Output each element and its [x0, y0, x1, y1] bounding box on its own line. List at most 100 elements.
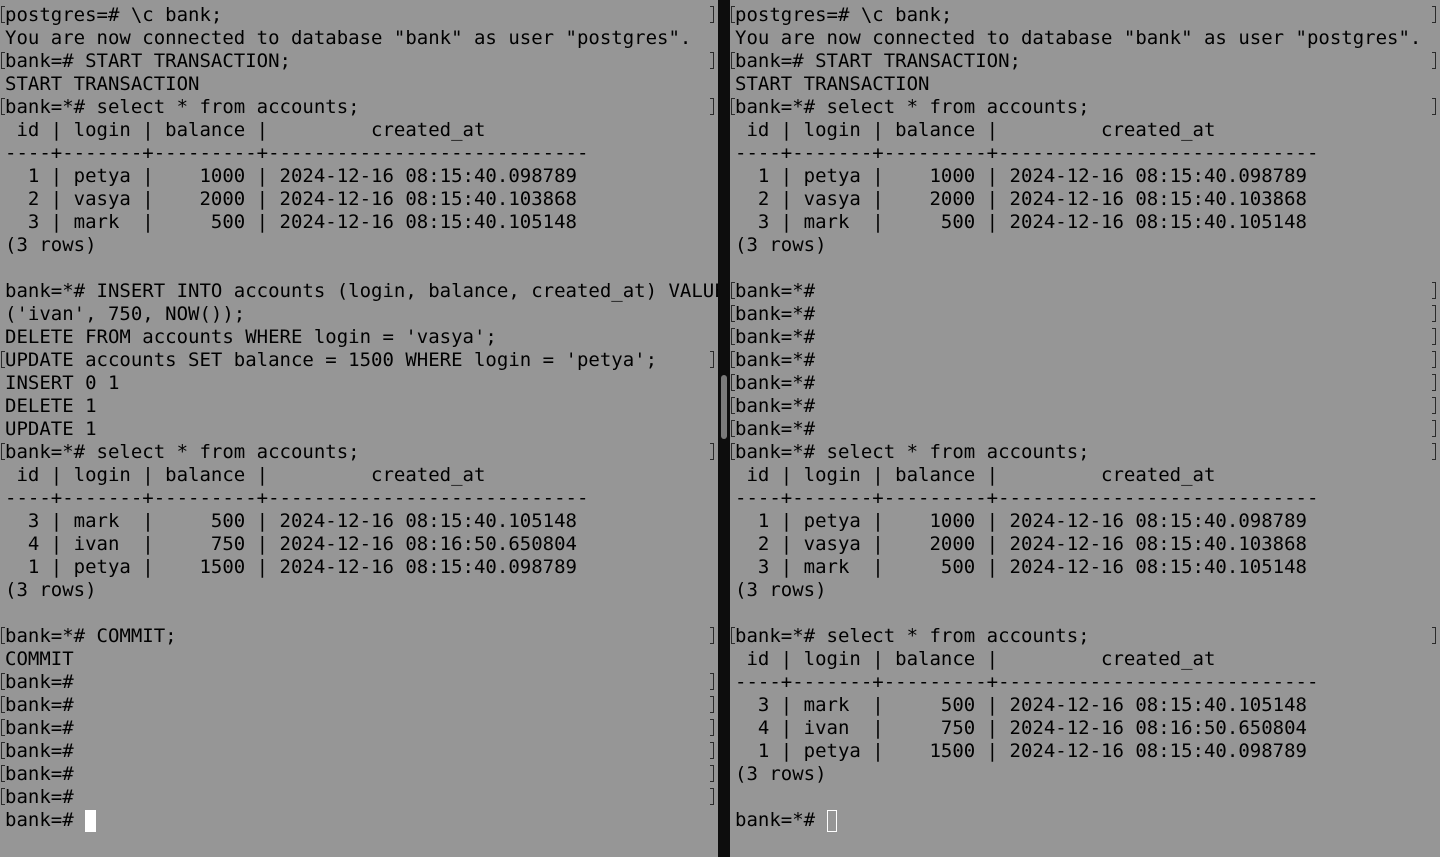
command-mark-right-icon — [710, 719, 714, 736]
terminal-line-text: bank=*# — [735, 280, 816, 302]
command-mark-left-icon — [1, 719, 5, 736]
command-mark-right-icon — [1432, 98, 1436, 115]
command-mark-right-icon — [710, 351, 714, 368]
terminal-line: ----+-------+---------+-----------------… — [735, 671, 1440, 694]
command-mark-left-icon — [731, 328, 735, 345]
terminal-line-text: You are now connected to database "bank"… — [5, 27, 692, 49]
terminal-line: ----+-------+---------+-----------------… — [5, 487, 718, 510]
terminal-output-right: postgres=# \c bank; You are now connected… — [731, 4, 1440, 832]
terminal-line-text: bank=# — [5, 786, 74, 808]
command-mark-right-icon — [1432, 351, 1436, 368]
terminal-line: bank=# — [1, 740, 718, 763]
command-mark-right-icon — [1432, 6, 1436, 23]
terminal-line: bank=*# — [731, 349, 1440, 372]
command-mark-right-icon — [710, 443, 714, 460]
terminal-line-text: START TRANSACTION — [735, 73, 930, 95]
command-mark-right-icon — [710, 696, 714, 713]
prompt-line[interactable]: bank=# — [5, 809, 718, 832]
terminal-line: id | login | balance | created_at — [735, 119, 1440, 142]
terminal-line-text: 3 | mark | 500 | 2024-12-16 08:15:40.105… — [735, 211, 1307, 233]
terminal-line: 2 | vasya | 2000 | 2024-12-16 08:15:40.1… — [735, 188, 1440, 211]
terminal-line-text: DELETE 1 — [5, 395, 97, 417]
command-mark-right-icon — [1432, 627, 1436, 644]
terminal-line: START TRANSACTION — [5, 73, 718, 96]
terminal-line: (3 rows) — [735, 763, 1440, 786]
terminal-line: bank=*# — [731, 395, 1440, 418]
command-mark-left-icon — [731, 305, 735, 322]
terminal-line: bank=*# — [731, 303, 1440, 326]
terminal-line: bank=*# select * from accounts; — [731, 441, 1440, 464]
terminal-line-text: id | login | balance | created_at — [5, 119, 486, 141]
command-mark-right-icon — [1432, 420, 1436, 437]
terminal-pane-right[interactable]: postgres=# \c bank; You are now connected… — [730, 0, 1440, 857]
command-mark-left-icon — [1, 765, 5, 782]
terminal-line: 1 | petya | 1000 | 2024-12-16 08:15:40.0… — [735, 510, 1440, 533]
terminal-line-text: 1 | petya | 1000 | 2024-12-16 08:15:40.0… — [735, 165, 1307, 187]
command-mark-left-icon — [731, 98, 735, 115]
terminal-line-text: postgres=# \c bank; — [5, 4, 223, 26]
terminal-line-text: START TRANSACTION — [5, 73, 200, 95]
terminal-line-text: (3 rows) — [735, 234, 827, 256]
terminal-line-text: bank=*# — [735, 395, 816, 417]
terminal-line: COMMIT — [5, 648, 718, 671]
command-mark-right-icon — [710, 52, 714, 69]
terminal-line-text: bank=*# select * from accounts; — [735, 441, 1090, 463]
cursor-icon — [826, 810, 837, 832]
terminal-line: (3 rows) — [735, 234, 1440, 257]
terminal-line: DELETE FROM accounts WHERE login = 'vasy… — [5, 326, 718, 349]
terminal-line-text: ----+-------+---------+-----------------… — [735, 142, 1319, 164]
terminal-line: 1 | petya | 1500 | 2024-12-16 08:15:40.0… — [5, 556, 718, 579]
terminal-line: 1 | petya | 1000 | 2024-12-16 08:15:40.0… — [735, 165, 1440, 188]
terminal-line: bank=# — [1, 786, 718, 809]
command-mark-left-icon — [1, 6, 5, 23]
command-mark-right-icon — [710, 627, 714, 644]
terminal-line: You are now connected to database "bank"… — [5, 27, 718, 50]
prompt-line[interactable]: bank=*# — [735, 809, 1440, 832]
terminal-line-text: ----+-------+---------+-----------------… — [735, 487, 1319, 509]
command-mark-right-icon — [1432, 305, 1436, 322]
terminal-line: bank=*# — [731, 372, 1440, 395]
terminal-line-text: DELETE FROM accounts WHERE login = 'vasy… — [5, 326, 497, 348]
terminal-line: bank=# START TRANSACTION; — [1, 50, 718, 73]
terminal-line: ----+-------+---------+-----------------… — [735, 142, 1440, 165]
terminal-line: bank=# — [1, 671, 718, 694]
terminal-line-text: bank=*# — [735, 326, 816, 348]
terminal-line: bank=*# select * from accounts; — [731, 96, 1440, 119]
terminal-line: bank=*# — [731, 326, 1440, 349]
terminal-line-text: ('ivan', 750, NOW()); — [5, 303, 246, 325]
command-mark-left-icon — [1, 98, 5, 115]
terminal-line: ----+-------+---------+-----------------… — [5, 142, 718, 165]
command-mark-left-icon — [731, 282, 735, 299]
terminal-line: You are now connected to database "bank"… — [735, 27, 1440, 50]
terminal-line-text: 3 | mark | 500 | 2024-12-16 08:15:40.105… — [5, 510, 577, 532]
command-mark-left-icon — [1, 443, 5, 460]
command-mark-right-icon — [1432, 328, 1436, 345]
command-mark-right-icon — [1432, 52, 1436, 69]
terminal-line-text: postgres=# \c bank; — [735, 4, 953, 26]
command-mark-right-icon — [710, 742, 714, 759]
command-mark-left-icon — [731, 351, 735, 368]
terminal-line-text: UPDATE accounts SET balance = 1500 WHERE… — [5, 349, 658, 371]
command-mark-left-icon — [1, 351, 5, 368]
terminal-line-text: 3 | mark | 500 | 2024-12-16 08:15:40.105… — [5, 211, 577, 233]
command-mark-left-icon — [1, 742, 5, 759]
terminal-line-text: (3 rows) — [735, 579, 827, 601]
terminal-line-text: bank=*# — [735, 372, 816, 394]
terminal-line-text: ----+-------+---------+-----------------… — [5, 142, 589, 164]
terminal-line: (3 rows) — [735, 579, 1440, 602]
command-mark-left-icon — [731, 627, 735, 644]
terminal-output-left: postgres=# \c bank; You are now connected… — [1, 4, 718, 832]
terminal-line: 3 | mark | 500 | 2024-12-16 08:15:40.105… — [735, 556, 1440, 579]
command-mark-right-icon — [1432, 443, 1436, 460]
terminal-line: bank=*# select * from accounts; — [1, 96, 718, 119]
split-resize-handle[interactable] — [721, 375, 727, 439]
terminal-pane-left[interactable]: postgres=# \c bank; You are now connected… — [0, 0, 718, 857]
command-mark-left-icon — [731, 52, 735, 69]
terminal-line: bank=# — [1, 694, 718, 717]
terminal-line-text: (3 rows) — [735, 763, 827, 785]
terminal-line-text: COMMIT — [5, 648, 74, 670]
